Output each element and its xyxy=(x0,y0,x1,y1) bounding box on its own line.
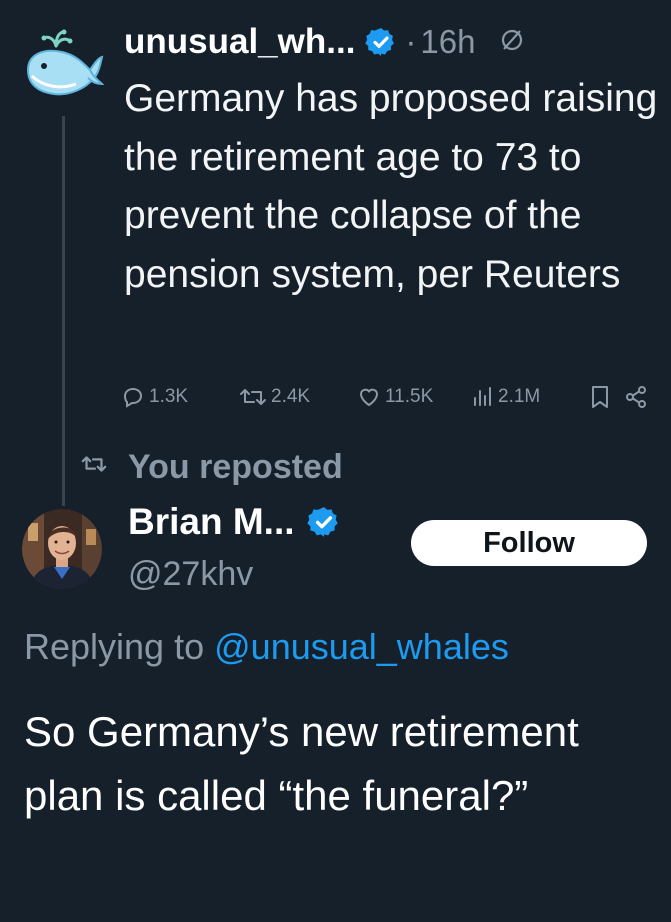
repost-icon xyxy=(238,385,268,409)
bookmark-action[interactable] xyxy=(589,384,625,410)
thread-connector-line xyxy=(62,116,65,506)
reply-author-row: Brian M... xyxy=(128,498,341,546)
repost-count: 2.4K xyxy=(271,386,311,407)
avatar[interactable] xyxy=(22,509,102,589)
bookmark-icon xyxy=(589,384,611,410)
follow-button[interactable]: Follow xyxy=(411,520,647,566)
share-action[interactable] xyxy=(625,385,647,409)
reply-post-text: So Germany’s new retirement plan is call… xyxy=(24,708,579,819)
whale-avatar[interactable] xyxy=(20,24,105,108)
post-actions-bar: 1.3K 2.4K 11.5K 2.1M xyxy=(120,379,671,415)
reply-display-name[interactable]: Brian M... xyxy=(128,501,295,543)
verified-badge-icon xyxy=(306,505,341,539)
reply-icon xyxy=(120,385,146,409)
grok-null-icon[interactable] xyxy=(499,27,525,60)
profile-photo xyxy=(22,509,102,589)
reply-handle[interactable]: @27khv xyxy=(128,555,253,594)
views-icon xyxy=(469,385,495,409)
replying-mention-link[interactable]: @unusual_whales xyxy=(214,626,509,667)
post-separator: · xyxy=(405,23,417,60)
quoted-post-header: unusual_wh... · 16h xyxy=(124,22,525,62)
repost-action[interactable]: 2.4K xyxy=(238,385,356,409)
replying-to-line: Replying to @unusual_whales xyxy=(24,626,509,668)
replying-prefix: Replying to xyxy=(24,626,205,667)
repost-context-label[interactable]: You reposted xyxy=(128,448,343,487)
whale-logo-icon xyxy=(26,29,105,96)
like-count: 11.5K xyxy=(385,386,434,407)
repost-context-icon xyxy=(80,452,108,476)
like-icon xyxy=(356,385,382,409)
verified-badge-icon xyxy=(365,26,397,58)
views-count: 2.1M xyxy=(498,386,541,407)
reply-count: 1.3K xyxy=(149,386,189,407)
quoted-display-name[interactable]: unusual_wh... xyxy=(124,22,355,62)
reply-action[interactable]: 1.3K xyxy=(120,385,238,409)
post-time[interactable]: 16h xyxy=(420,23,475,61)
views-action[interactable]: 2.1M xyxy=(469,385,589,409)
quoted-post-text: Germany has proposed raising the retirem… xyxy=(124,77,658,296)
share-icon xyxy=(625,385,647,409)
like-action[interactable]: 11.5K xyxy=(356,385,469,409)
